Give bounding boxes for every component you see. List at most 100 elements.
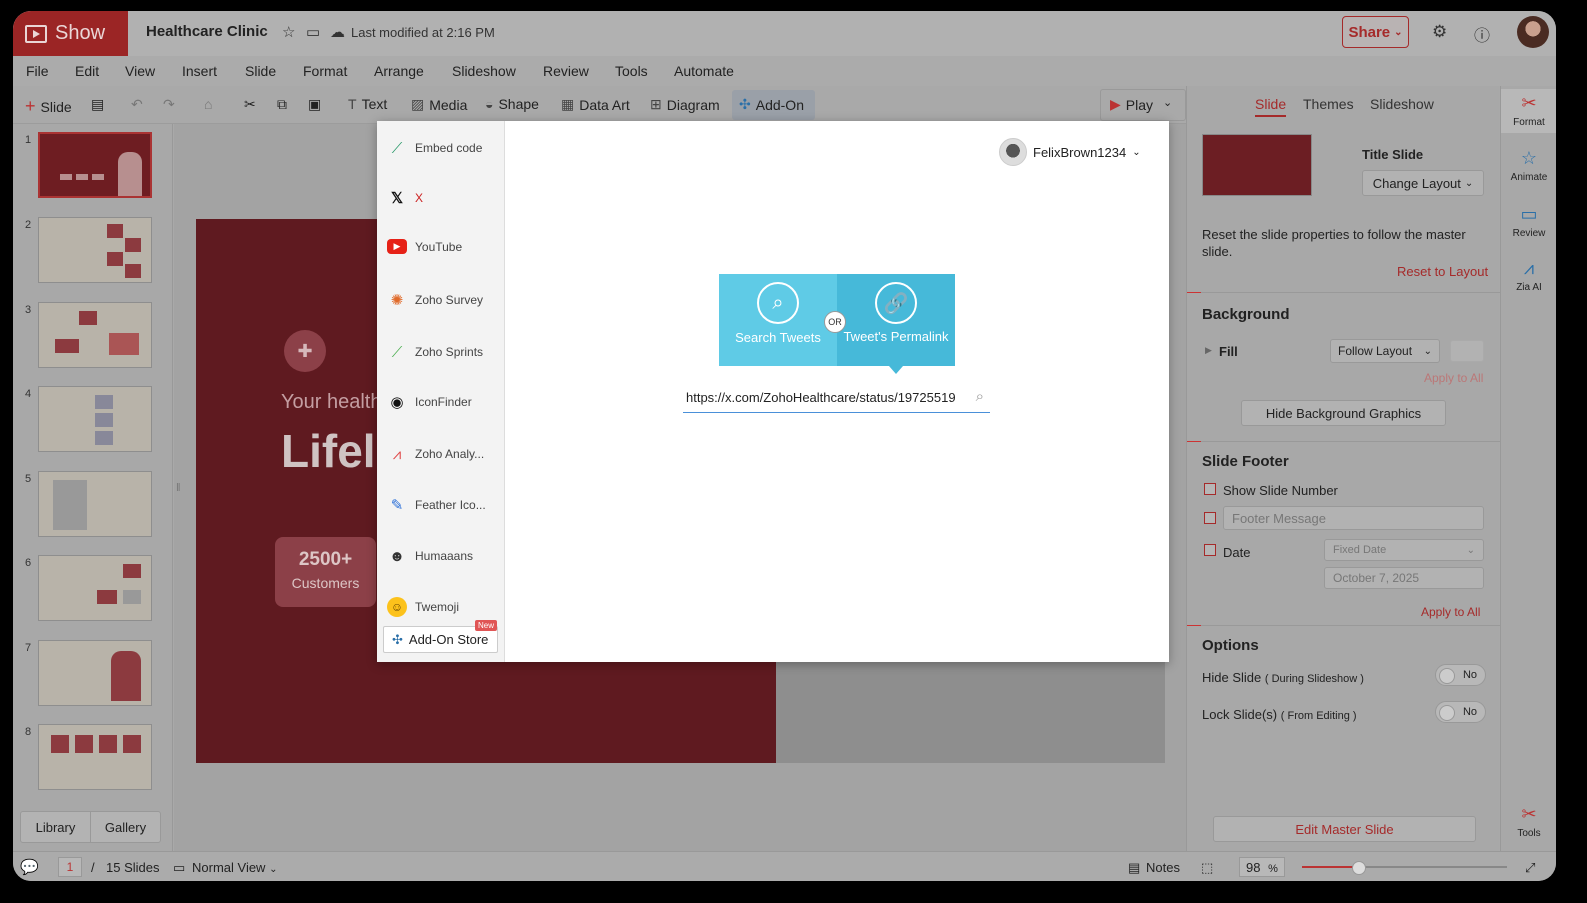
tools-panel-button[interactable]: ✂ Tools (1501, 804, 1556, 839)
zoom-input[interactable]: 98 % (1239, 857, 1285, 877)
play-options-chevron-icon[interactable]: ⌄ (1163, 96, 1172, 109)
date-value-field[interactable]: October 7, 2025 (1324, 567, 1484, 589)
permalink-input[interactable]: https://x.com/ZohoHealthcare/status/1972… (683, 383, 990, 413)
search-icon[interactable]: ⌕ (976, 388, 984, 405)
document-title[interactable]: Healthcare Clinic (146, 23, 268, 40)
paste-icon[interactable]: ▣ (308, 96, 321, 113)
diagram-button[interactable]: ⊞ Diagram (650, 96, 720, 113)
fit-icon[interactable]: ⬚ (1201, 860, 1213, 876)
addon-iconfinder[interactable]: ◉ IconFinder (387, 392, 471, 412)
addon-button[interactable]: ✣ Add-On (739, 96, 804, 113)
play-button[interactable]: ▶ Play (1110, 96, 1153, 113)
date-type-select[interactable]: Fixed Date ⌄ (1324, 539, 1484, 561)
reset-description: Reset the slide properties to follow the… (1202, 227, 1466, 259)
app-brand[interactable]: Show (13, 11, 128, 56)
view-mode-select[interactable]: Normal View ⌄ (192, 860, 277, 875)
addon-zoho-analytics[interactable]: ⩘ Zoho Analy... (387, 444, 484, 464)
addon-zoho-survey[interactable]: ✺ Zoho Survey (387, 290, 483, 310)
menu-insert[interactable]: Insert (182, 63, 217, 79)
cut-icon[interactable]: ✂ (244, 96, 256, 113)
chat-icon[interactable]: 💬 (20, 858, 39, 876)
redo-icon[interactable]: ↷ (163, 96, 175, 113)
insert-media-button[interactable]: ▨ Media (411, 96, 467, 113)
footer-message-checkbox[interactable] (1204, 512, 1216, 524)
zoom-slider[interactable] (1302, 861, 1507, 875)
date-checkbox[interactable] (1204, 544, 1216, 556)
search-tweets-button[interactable]: ⌕ Search Tweets (719, 274, 837, 366)
addon-humaaans[interactable]: ☻ Humaaans (387, 546, 473, 566)
menu-automate[interactable]: Automate (674, 63, 734, 79)
tab-slideshow[interactable]: Slideshow (1370, 96, 1434, 112)
view-mode-label: Normal View (192, 860, 266, 875)
addon-zoho-sprints[interactable]: ⟋ Zoho Sprints (387, 342, 483, 362)
menu-review[interactable]: Review (543, 63, 589, 79)
menu-tools[interactable]: Tools (615, 63, 648, 79)
reset-to-layout-link[interactable]: Reset to Layout (1397, 264, 1488, 279)
library-button[interactable]: Library (21, 812, 90, 842)
layout-icon[interactable]: ▤ (91, 96, 104, 113)
new-slide-button[interactable]: + Slide (25, 96, 72, 117)
tweet-permalink-button[interactable]: 🔗 Tweet's Permalink (837, 274, 955, 374)
menu-edit[interactable]: Edit (75, 63, 99, 79)
info-icon[interactable]: ⓘ (1474, 22, 1490, 46)
insert-shape-button[interactable]: ◒ Shape (485, 96, 539, 112)
notes-button[interactable]: Notes (1146, 860, 1180, 875)
slide-thumbnail-4[interactable] (38, 386, 152, 452)
stat-card[interactable]: 2500+ Customers (275, 537, 376, 607)
hide-background-graphics-button[interactable]: Hide Background Graphics (1241, 400, 1446, 426)
lock-slide-toggle[interactable]: No (1435, 701, 1486, 723)
slide-thumbnail-8[interactable] (38, 724, 152, 790)
addon-store-button[interactable]: ✣ Add-On Store New (383, 620, 498, 653)
menu-view[interactable]: View (125, 63, 155, 79)
slide-tagline[interactable]: Your health (281, 391, 381, 414)
slide-thumbnail-3[interactable] (38, 302, 152, 368)
folder-icon[interactable]: ▭ (306, 23, 320, 41)
panel-resize-handle[interactable]: ‖ (176, 482, 181, 494)
animate-panel-button[interactable]: ☆ Animate (1501, 148, 1556, 183)
tab-slide[interactable]: Slide (1255, 96, 1287, 117)
menu-slideshow[interactable]: Slideshow (452, 63, 516, 79)
addon-x[interactable]: 𝕏 X (387, 188, 423, 208)
tab-themes[interactable]: Themes (1303, 96, 1354, 112)
slide-thumbnail-7[interactable] (38, 640, 152, 706)
change-layout-button[interactable]: Change Layout ⌄ (1362, 170, 1484, 196)
expand-triangle-icon[interactable]: ▶ (1205, 345, 1212, 356)
edit-master-slide-button[interactable]: Edit Master Slide (1213, 816, 1476, 842)
zia-ai-panel-button[interactable]: ⩘ Zia AI (1501, 258, 1556, 293)
format-panel-button[interactable]: ✂ Format (1501, 89, 1556, 133)
fill-select[interactable]: Follow Layout ⌄ (1330, 339, 1440, 363)
fill-color-swatch[interactable] (1450, 340, 1484, 362)
addon-feather-icons[interactable]: ✎ Feather Ico... (387, 495, 486, 515)
format-painter-icon[interactable]: ⌂ (204, 96, 212, 112)
account-switcher[interactable]: FelixBrown1234 ⌄ (999, 138, 1141, 166)
copy-icon[interactable]: ⧉ (277, 96, 287, 113)
share-button[interactable]: Share ⌄ (1342, 16, 1409, 48)
menu-slide[interactable]: Slide (245, 63, 276, 79)
star-icon[interactable]: ☆ (282, 23, 295, 41)
apply-to-all-link[interactable]: Apply to All (1421, 605, 1480, 619)
menu-format[interactable]: Format (303, 63, 347, 79)
slide-title[interactable]: Lifeli (281, 424, 388, 478)
text-label: Text (361, 96, 388, 112)
addon-twemoji[interactable]: ☺ Twemoji (387, 597, 459, 617)
slide-thumbnail-6[interactable] (38, 555, 152, 621)
data-art-button[interactable]: ▦ Data Art (561, 96, 630, 113)
gear-icon[interactable]: ⚙ (1432, 22, 1447, 42)
review-panel-button[interactable]: ▭ Review (1501, 204, 1556, 239)
show-slide-number-checkbox[interactable] (1204, 483, 1216, 495)
slide-thumbnail-5[interactable] (38, 471, 152, 537)
avatar[interactable] (1517, 16, 1549, 48)
insert-text-button[interactable]: T Text (348, 96, 387, 112)
menu-arrange[interactable]: Arrange (374, 63, 424, 79)
menu-file[interactable]: File (26, 63, 49, 79)
slide-thumbnail-1[interactable] (38, 132, 152, 198)
slide-thumbnail-2[interactable] (38, 217, 152, 283)
fullscreen-icon[interactable]: ⤢ (1525, 860, 1535, 876)
gallery-button[interactable]: Gallery (90, 812, 160, 842)
undo-icon[interactable]: ↶ (131, 96, 143, 113)
addon-embed-code[interactable]: ⟋ Embed code (387, 138, 483, 158)
current-slide-input[interactable]: 1 (58, 857, 82, 877)
footer-message-field[interactable]: Footer Message (1223, 506, 1484, 530)
hide-slide-toggle[interactable]: No (1435, 664, 1486, 686)
addon-youtube[interactable]: ▶ YouTube (387, 239, 462, 254)
